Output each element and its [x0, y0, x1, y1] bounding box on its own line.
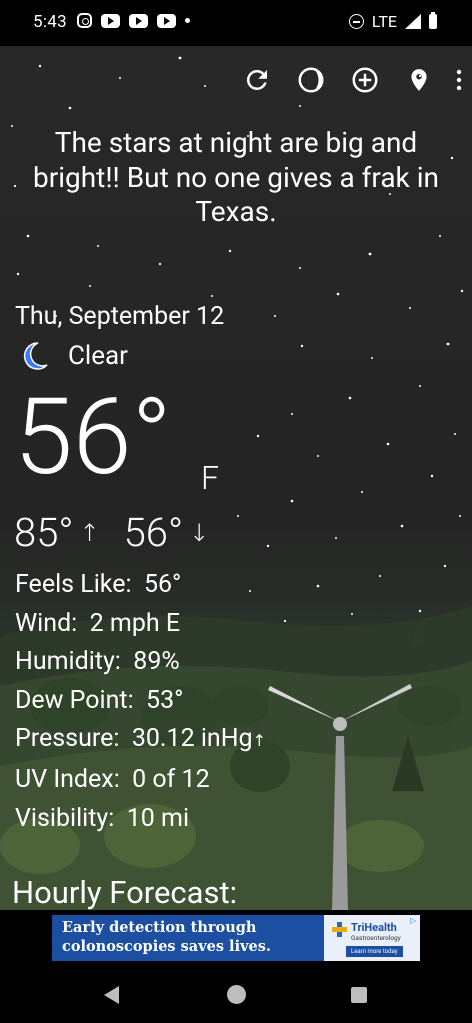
dew-point-value: 53° — [146, 685, 184, 715]
location-pin-icon — [411, 69, 427, 91]
status-bar: 5:43 LTE — [0, 0, 472, 46]
visibility-label: Visibility: — [15, 803, 115, 833]
forecast-date: Thu, September 12 — [15, 302, 225, 331]
more-vert-icon — [456, 69, 462, 91]
wind-value: 2 mph E — [89, 608, 181, 638]
adchoices-icon[interactable]: ▷ — [410, 916, 419, 925]
refresh-button[interactable] — [230, 62, 284, 98]
high-low-temperatures: 85° ↑ 56° ↓ — [14, 509, 223, 556]
pressure-label: Pressure: — [15, 724, 120, 754]
ad-banner[interactable]: Early detection through colonoscopies sa… — [52, 915, 420, 961]
system-icons: LTE — [348, 12, 437, 31]
youtube-icon — [157, 13, 176, 28]
ad-headline-line2: colonoscopies saves lives. — [62, 938, 271, 955]
do-not-disturb-icon — [348, 14, 364, 29]
ad-headline-line1: Early detection through — [62, 919, 257, 936]
battery-icon — [429, 12, 437, 29]
ad-brand-sub: Gastroenterology — [351, 934, 401, 942]
arrow-up-icon: ↑ — [79, 518, 100, 547]
hourly-forecast-heading: Hourly Forecast: — [12, 874, 238, 910]
weather-details: Feels Like: 56° Wind: 2 mph E Humidity: … — [15, 566, 266, 838]
ad-headline: Early detection through colonoscopies sa… — [52, 915, 324, 961]
weather-quote: The stars at night are big and bright!! … — [33, 126, 439, 229]
humidity-row: Humidity: 89% — [15, 643, 266, 682]
location-button[interactable] — [392, 62, 446, 98]
add-location-button[interactable] — [338, 62, 392, 98]
wind-label: Wind: — [15, 608, 78, 638]
current-condition: Clear — [18, 340, 128, 372]
ad-cta-button[interactable]: Learn more today — [346, 946, 403, 957]
condition-label: Clear — [68, 341, 128, 371]
back-button[interactable] — [104, 986, 119, 1004]
cross-icon — [332, 922, 347, 937]
feels-like-value: 56° — [143, 570, 182, 599]
more-options-button[interactable] — [446, 62, 472, 98]
visibility-value: 10 mi — [126, 803, 190, 833]
recents-button[interactable] — [351, 987, 367, 1003]
wind-row: Wind: 2 mph E — [15, 605, 266, 644]
dew-point-label: Dew Point: — [15, 685, 134, 715]
current-temperature: 56° — [14, 375, 172, 499]
crescent-moon-icon — [23, 342, 48, 370]
instagram-icon — [77, 13, 92, 28]
youtube-icon — [129, 13, 148, 28]
temperature-unit: F — [201, 459, 219, 497]
uv-index-row: UV Index: 0 of 12 — [15, 761, 266, 800]
humidity-label: Humidity: — [15, 647, 121, 677]
youtube-icon — [101, 13, 120, 28]
feels-like-row: Feels Like: 56° — [15, 566, 266, 605]
add-location-icon — [352, 67, 378, 93]
uv-index-label: UV Index: — [15, 764, 120, 794]
humidity-value: 89% — [133, 647, 180, 677]
dew-point-row: Dew Point: 53° — [15, 682, 266, 721]
ad-logo: TriHealth Gastroenterology — [332, 922, 401, 944]
signal-icon — [405, 14, 421, 29]
home-button[interactable] — [227, 985, 246, 1004]
weather-main[interactable]: The stars at night are big and bright!! … — [0, 46, 472, 910]
notification-icons — [77, 13, 190, 28]
pressure-rising-icon: ↑ — [252, 731, 266, 751]
uv-index-value: 0 of 12 — [132, 764, 210, 794]
status-time: 5:43 — [33, 12, 67, 32]
navigation-bar — [0, 970, 472, 1023]
high-temperature: 85° — [14, 509, 74, 556]
pressure-value: 30.12 inHg — [131, 724, 253, 754]
ad-area: Early detection through colonoscopies sa… — [0, 910, 472, 970]
moon-phase-icon — [298, 67, 324, 93]
toolbar — [230, 62, 472, 98]
visibility-row: Visibility: 10 mi — [15, 800, 266, 839]
feels-like-label: Feels Like: — [15, 570, 132, 599]
arrow-down-icon: ↓ — [189, 518, 210, 547]
pressure-row: Pressure: 30.12 inHg↑ — [15, 720, 266, 761]
moon-phase-button[interactable] — [284, 62, 338, 98]
more-notifications-icon — [185, 18, 190, 23]
low-temperature: 56° — [123, 509, 184, 556]
refresh-icon — [246, 69, 267, 90]
network-type: LTE — [371, 12, 397, 31]
ad-brand-panel: TriHealth Gastroenterology Learn more tod… — [324, 915, 420, 961]
